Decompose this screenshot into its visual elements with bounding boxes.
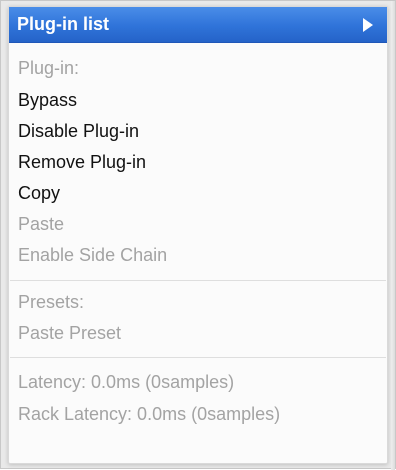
menu-item-disable-plugin[interactable]: Disable Plug-in [18,120,139,142]
menu-shadow [391,1,395,470]
menu-item-remove-plugin[interactable]: Remove Plug-in [18,151,146,173]
submenu-arrow-icon [363,18,373,32]
section-label-plugin: Plug-in: [18,58,80,78]
latency-readout: Latency: 0.0ms (0samples) [18,372,235,392]
menu-separator [10,357,386,358]
menu-item-copy[interactable]: Copy [18,182,60,204]
context-menu-frame: Plug-in list Plug-in: Bypass Disable Plu… [0,0,396,470]
menu-item-plugin-list[interactable]: Plug-in list [9,7,387,43]
plugin-list-label: Plug-in list [17,14,109,34]
menu-separator [10,280,386,281]
menu-item-enable-side-chain: Enable Side Chain [18,245,168,265]
menu-item-bypass[interactable]: Bypass [18,89,77,111]
plugin-context-menu: Plug-in list Plug-in: Bypass Disable Plu… [8,6,388,464]
menu-item-paste: Paste [18,214,65,234]
section-label-presets: Presets: [18,292,85,312]
menu-item-paste-preset: Paste Preset [18,323,122,343]
rack-latency-readout: Rack Latency: 0.0ms (0samples) [18,404,281,424]
